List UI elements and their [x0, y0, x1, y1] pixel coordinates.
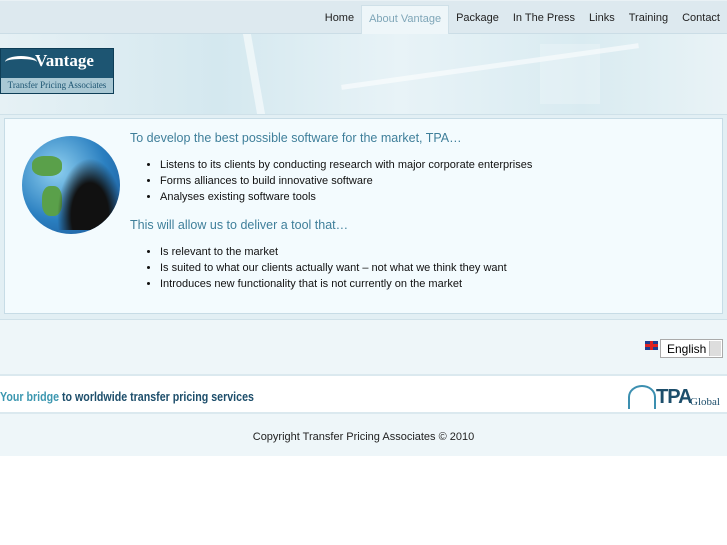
- uk-flag-icon: [645, 341, 658, 350]
- list-item: Introduces new functionality that is not…: [160, 276, 507, 292]
- tagline-band: Your bridge to worldwide transfer pricin…: [0, 374, 727, 414]
- list-item: Analyses existing software tools: [160, 189, 532, 205]
- dropdown-arrow-icon: [709, 341, 721, 356]
- heading-deliver: This will allow us to deliver a tool tha…: [130, 218, 349, 232]
- footer: Copyright Transfer Pricing Associates © …: [0, 414, 727, 456]
- heading-develop: To develop the best possible software fo…: [130, 131, 462, 145]
- content-panel: To develop the best possible software fo…: [4, 118, 723, 314]
- tpa-logo-suffix: Global: [690, 396, 720, 408]
- list-tool-benefits: Is relevant to the market Is suited to w…: [160, 244, 507, 292]
- list-tpa-actions: Listens to its clients by conducting res…: [160, 157, 532, 205]
- list-item: Is relevant to the market: [160, 244, 507, 260]
- language-bar: [0, 320, 727, 374]
- nav-package[interactable]: Package: [449, 5, 506, 35]
- vantage-logo[interactable]: Vantage Transfer Pricing Associates: [0, 48, 114, 94]
- logo-subtitle: Transfer Pricing Associates: [1, 78, 113, 93]
- nav-contact[interactable]: Contact: [675, 5, 727, 35]
- tpa-global-logo[interactable]: TPA Global: [628, 382, 724, 410]
- nav-about-vantage[interactable]: About Vantage: [361, 5, 450, 35]
- nav-links[interactable]: Links: [582, 5, 622, 35]
- nav-training[interactable]: Training: [622, 5, 675, 35]
- arch-icon: [628, 385, 656, 409]
- language-select[interactable]: English: [660, 339, 723, 358]
- globe-people-image: [22, 136, 120, 234]
- tagline: Your bridge to worldwide transfer pricin…: [0, 389, 254, 404]
- copyright: Copyright Transfer Pricing Associates © …: [252, 431, 475, 443]
- nav-home[interactable]: Home: [318, 5, 361, 35]
- language-selected: English: [667, 342, 707, 356]
- content-wrapper: To develop the best possible software fo…: [0, 114, 727, 320]
- tpa-logo-name: TPA: [656, 386, 693, 408]
- top-nav: Home About Vantage Package In The Press …: [0, 0, 727, 35]
- list-item: Forms alliances to build innovative soft…: [160, 173, 532, 189]
- nav-in-the-press[interactable]: In The Press: [506, 5, 582, 35]
- list-item: Is suited to what our clients actually w…: [160, 260, 507, 276]
- logo-name: Vantage: [35, 51, 94, 70]
- list-item: Listens to its clients by conducting res…: [160, 157, 532, 173]
